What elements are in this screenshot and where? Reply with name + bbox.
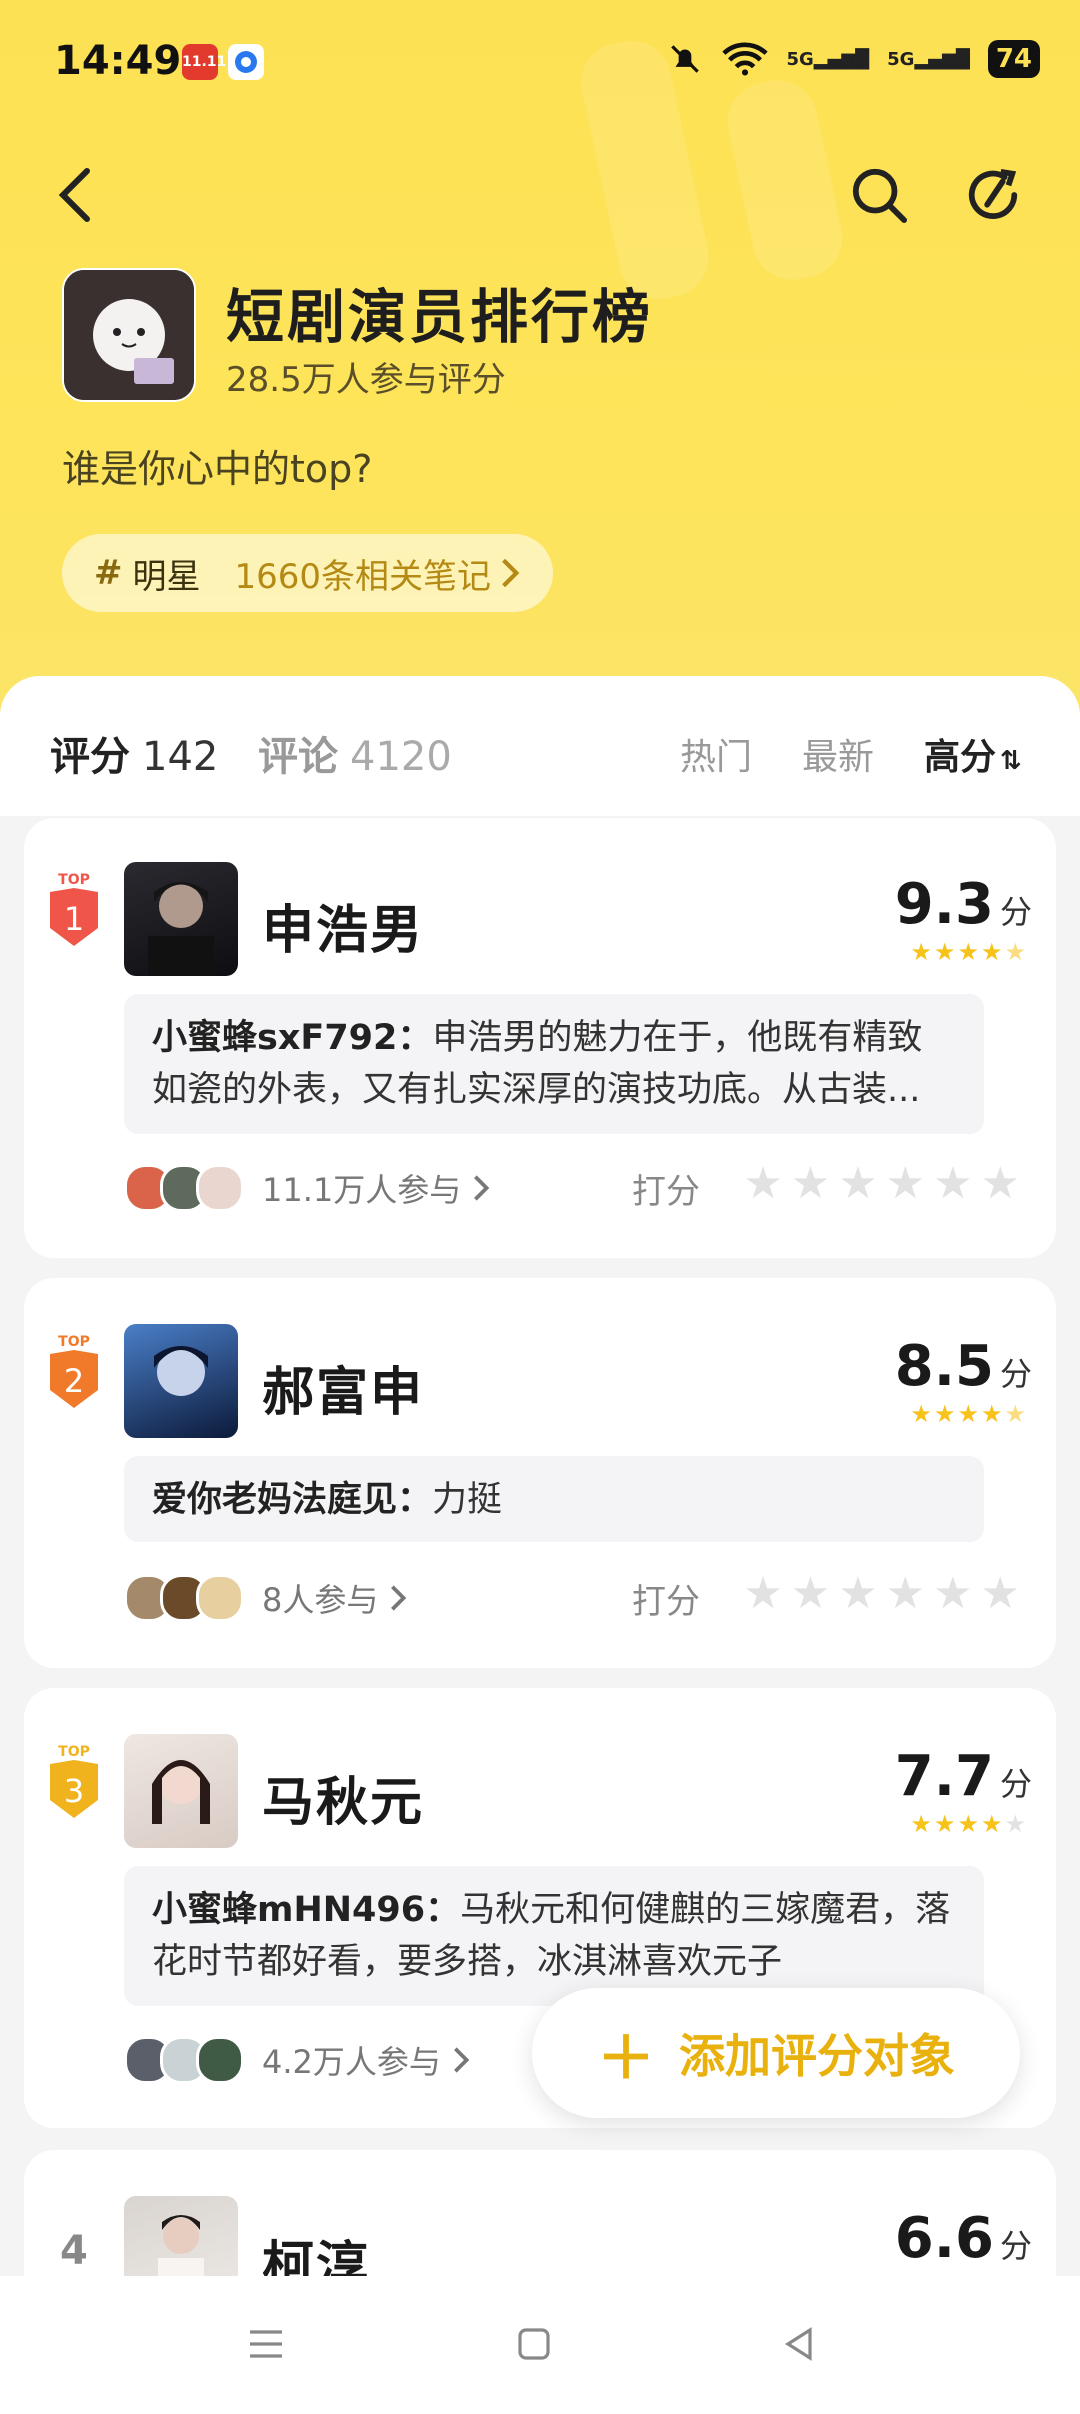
board-description: 谁是你心中的top? [62, 447, 373, 491]
sort-new[interactable]: 最新 [802, 728, 874, 780]
signal-icon: 5G▂▄▆█ [887, 48, 970, 70]
comment-user: 小蜜蜂mHN496： [152, 1890, 461, 1930]
rate-label: 打分 [632, 1172, 700, 1212]
add-rating-object-button[interactable]: ＋ 添加评分对象 [532, 1988, 1020, 2118]
comment-user: 小蜜蜂sxF792： [152, 1018, 433, 1058]
menu-icon[interactable] [246, 2324, 286, 2364]
chevron-right-icon [391, 1585, 407, 1611]
top-comment[interactable]: 爱你老妈法庭见：力挺 [124, 1456, 984, 1542]
battery-icon: 74 [987, 40, 1040, 78]
share-icon[interactable] [958, 160, 1028, 230]
add-button-label: 添加评分对象 [679, 2029, 955, 2083]
candidate-name: 申浩男 [262, 901, 425, 961]
chevron-right-icon [453, 2047, 470, 2073]
candidate-name: 马秋元 [262, 1773, 425, 1833]
participants-link[interactable]: 8人参与 [124, 1574, 408, 1622]
svg-text:TOP: TOP [58, 872, 90, 888]
svg-text:1: 1 [64, 900, 84, 938]
svg-text:TOP: TOP [58, 1744, 90, 1760]
avatar[interactable] [124, 1734, 238, 1848]
wifi-icon [722, 42, 769, 76]
sort-hot[interactable]: 热门 [680, 728, 752, 780]
plus-icon: ＋ [596, 2024, 655, 2092]
candidate-name: 郝富申 [262, 1363, 425, 1423]
search-icon[interactable] [844, 160, 914, 230]
tab-score[interactable]: 评分 142 [50, 724, 218, 782]
rank-3-badge-icon: TOP 3 [50, 1744, 98, 1818]
sort-high[interactable]: 高分 ⇅ [924, 728, 1022, 780]
participants-link[interactable]: 4.2万人参与 [124, 2036, 471, 2084]
rate-stars[interactable]: ★★★★★★ [743, 1158, 1028, 1209]
top-comment[interactable]: 小蜜蜂sxF792：申浩男的魅力在于，他既有精致如瓷的外表，又有扎实深厚的演技功… [124, 994, 984, 1134]
sort-order-icon: ⇅ [1000, 746, 1022, 776]
tag-name: 明星 [132, 556, 201, 597]
score: 8.5 分 [894, 1334, 1032, 1399]
home-icon[interactable] [514, 2324, 554, 2364]
score: 6.6 分 [894, 2206, 1032, 2271]
tag-notes-count: 1660条相关笔记 [234, 556, 492, 597]
svg-text:3: 3 [64, 1772, 84, 1810]
score-stars: ★★★★★ [910, 1810, 1028, 1838]
app-notification-icon [228, 44, 264, 80]
chevron-right-icon [474, 1175, 490, 1201]
score-stars: ★★★★★ [910, 1400, 1028, 1428]
svg-text:2: 2 [64, 1362, 84, 1400]
back-icon[interactable] [40, 160, 110, 230]
avatar[interactable] [124, 862, 238, 976]
rate-label: 打分 [632, 1582, 700, 1622]
score: 9.3 分 [894, 872, 1032, 937]
rank-1-badge-icon: TOP 1 [50, 872, 98, 946]
shop-notification-icon: 11.11 [182, 44, 226, 80]
avatar[interactable] [124, 1324, 238, 1438]
rate-stars[interactable]: ★★★★★★ [743, 1568, 1028, 1619]
board-avatar [62, 268, 196, 402]
tab-comment[interactable]: 评论 4120 [258, 724, 452, 782]
top-comment[interactable]: 小蜜蜂mHN496：马秋元和何健麒的三嫁魔君，落花时节都好看，要多搭，冰淇淋喜欢… [124, 1866, 984, 2006]
avatar [196, 1574, 244, 1622]
system-nav-bar [0, 2276, 1080, 2414]
hash-icon: # [94, 553, 123, 593]
comment-text: 力挺 [432, 1480, 503, 1520]
mute-bell-icon [671, 45, 700, 73]
score-stars: ★★★★★ [910, 938, 1028, 966]
participants-link[interactable]: 11.1万人参与 [124, 1164, 491, 1212]
signal-icon: 5G▂▄▆█ [786, 48, 870, 70]
topic-tag[interactable]: # 明星 1660条相关笔记 [62, 534, 554, 612]
score: 7.7 分 [894, 1744, 1032, 1809]
avatar [196, 2036, 244, 2084]
status-time: 14:49 [54, 38, 182, 84]
svg-text:TOP: TOP [58, 1334, 90, 1350]
chevron-right-icon [502, 558, 520, 588]
comment-user: 爱你老妈法庭见： [152, 1480, 433, 1520]
participant-count: 28.5万人参与评分 [226, 360, 506, 400]
avatar [196, 1164, 244, 1212]
rank-number: 4 [60, 2228, 88, 2274]
back-nav-icon[interactable] [780, 2324, 820, 2364]
status-bar: 14:49 11.11 5G▂▄▆█ 5G▂▄▆█ 74 [0, 0, 1080, 120]
status-right: 5G▂▄▆█ 5G▂▄▆█ 74 [666, 40, 1040, 78]
page-title: 短剧演员排行榜 [226, 283, 654, 351]
rank-2-badge-icon: TOP 2 [50, 1334, 98, 1408]
